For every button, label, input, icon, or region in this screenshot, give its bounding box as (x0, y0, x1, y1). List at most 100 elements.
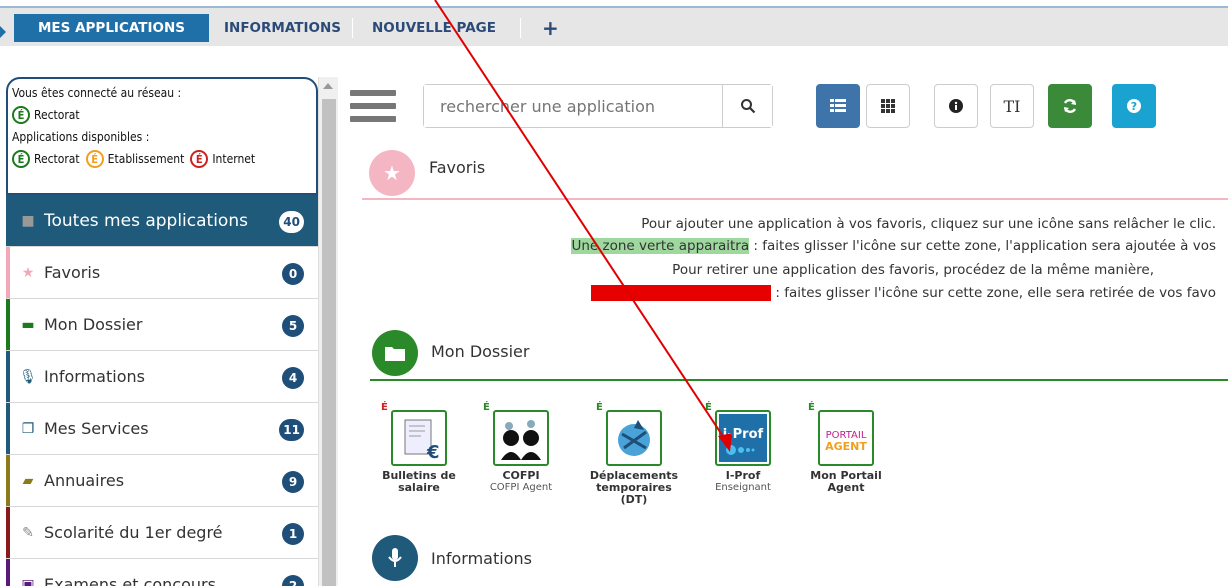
sidebar-item-toutes[interactable]: ■ Toutes mes applications 40 (6, 195, 318, 247)
app-tile[interactable]: É PORTAIL AGENT (808, 402, 874, 466)
tab-mes-applications[interactable]: MES APPLICATIONS (14, 14, 209, 42)
svg-text:i-Prof: i-Prof (723, 427, 764, 442)
tab-informations[interactable]: INFORMATIONS (210, 14, 355, 42)
count-badge: 1 (282, 523, 304, 545)
sidebar-item-scolarite[interactable]: ✎ Scolarité du 1er degré 1 (6, 507, 318, 559)
tab-nouvelle-page[interactable]: NOUVELLE PAGE (358, 14, 510, 42)
payslip-icon: € (404, 419, 440, 463)
svg-text:?: ? (1131, 100, 1137, 113)
category-color-bar (6, 403, 10, 454)
network-badge-icon: É (808, 402, 815, 413)
count-badge: 5 (282, 315, 304, 337)
scrollbar-thumb[interactable] (322, 99, 336, 586)
count-badge: 4 (282, 367, 304, 389)
search-button[interactable] (722, 85, 772, 127)
info-icon (949, 99, 963, 113)
app-cofpi[interactable]: É COFPI COFPI Agent (476, 402, 566, 494)
category-color-bar (6, 299, 10, 350)
app-name: Mon Portail Agent (810, 469, 882, 494)
info-button[interactable] (934, 84, 978, 128)
count-badge: 2 (282, 575, 304, 586)
list-view-button[interactable] (816, 84, 860, 128)
sidebar-item-informations[interactable]: 🎙 Informations 4 (6, 351, 318, 403)
category-color-bar (6, 559, 10, 586)
category-color-bar (6, 247, 10, 298)
search-icon (740, 99, 755, 114)
green-zone-highlight: Une zone verte apparaitra (571, 238, 750, 254)
refresh-button[interactable] (1048, 84, 1092, 128)
text-size-button[interactable]: TI (990, 84, 1034, 128)
connected-label: Vous êtes connecté au réseau : (12, 86, 182, 100)
square-icon: ■ (21, 212, 35, 229)
network-info-panel: Vous êtes connecté au réseau : É Rectora… (6, 77, 318, 195)
favoris-rule (362, 198, 1228, 200)
sidebar-item-label: Examens et concours (44, 575, 216, 586)
network-badge-icon: É (381, 402, 388, 413)
favoris-section-title: Favoris (429, 158, 486, 177)
category-color-bar (6, 351, 10, 402)
count-badge: 11 (279, 419, 304, 441)
sidebar-item-label: Informations (44, 367, 145, 386)
grid-view-button[interactable] (866, 84, 910, 128)
favoris-help-line-2: Une zone verte apparaitra : faites gliss… (571, 238, 1216, 254)
add-tab-button[interactable]: + (528, 14, 573, 42)
sidebar-item-mes-services[interactable]: ❐ Mes Services 11 (6, 403, 318, 455)
tab-bar: MES APPLICATIONS INFORMATIONS NOUVELLE P… (0, 6, 1228, 46)
menu-icon[interactable] (350, 90, 396, 130)
network-badge-icon: É (85, 150, 104, 168)
search-input[interactable] (424, 85, 722, 127)
app-deplacements-temporaires[interactable]: É Déplacements temporaires (DT) (589, 402, 679, 506)
available-label: Applications disponibles : (12, 130, 150, 144)
app-i-prof[interactable]: É i-Prof I-Prof Enseignant (698, 402, 788, 494)
app-bulletins-de-salaire[interactable]: É € Bulletins de salaire (374, 402, 464, 494)
page: MES APPLICATIONS INFORMATIONS NOUVELLE P… (0, 0, 1228, 586)
sidebar-item-label: Mon Dossier (44, 315, 143, 334)
scroll-up-icon[interactable] (323, 83, 333, 89)
refresh-icon (1063, 99, 1077, 113)
star-icon: ★ (369, 150, 415, 196)
network-badge-icon: É (596, 402, 603, 413)
count-badge: 9 (282, 471, 304, 493)
informations-section-title: Informations (431, 549, 532, 568)
iprof-icon: i-Prof (719, 414, 767, 462)
edit-icon: ✎ (22, 524, 34, 541)
search-box (423, 84, 773, 128)
sidebar-item-mon-dossier[interactable]: ▬ Mon Dossier 5 (6, 299, 318, 351)
network-badge-icon: É (12, 150, 30, 168)
star-icon: ★ (21, 264, 35, 281)
list-icon (830, 99, 846, 112)
svg-text:€: € (426, 442, 440, 463)
app-subtitle: Enseignant (715, 482, 771, 493)
sidebar: ■ Toutes mes applications 40 ★ Favoris 0… (6, 195, 318, 586)
network-badge-icon: É (12, 106, 30, 124)
sidebar-scrollbar[interactable] (318, 77, 338, 586)
sidebar-item-examens[interactable]: ▣ Examens et concours 2 (6, 559, 318, 586)
portail-agent-icon: PORTAILAGENT (825, 430, 867, 453)
sidebar-item-label: Favoris (44, 263, 101, 282)
people-icon (501, 420, 541, 460)
tab-scroll-left-icon[interactable] (0, 26, 6, 38)
available-network-internet: Internet (212, 152, 256, 166)
connected-network: É Rectorat (12, 104, 316, 126)
mon-dossier-rule (370, 379, 1228, 381)
app-name: COFPI (502, 469, 540, 482)
help-button[interactable]: ? (1112, 84, 1156, 128)
microphone-icon: 🎙 (19, 368, 37, 385)
category-color-bar (6, 507, 10, 558)
app-tile[interactable]: É € (381, 402, 447, 466)
help-icon: ? (1127, 99, 1141, 113)
folder-icon (372, 330, 418, 376)
favoris-help-line-4: une zone rouge apparaitra : faites gliss… (591, 285, 1216, 301)
app-tile[interactable]: É i-Prof (705, 402, 771, 466)
svg-text:AGENT: AGENT (825, 440, 867, 453)
count-badge: 0 (282, 263, 304, 285)
app-tile[interactable]: É (483, 402, 549, 466)
sidebar-item-favoris[interactable]: ★ Favoris 0 (6, 247, 318, 299)
app-mon-portail-agent[interactable]: É PORTAIL AGENT Mon Portail Agent (801, 402, 891, 494)
favoris-help-line-3: Pour retirer une application des favoris… (672, 262, 1154, 278)
app-tile[interactable]: É (596, 402, 662, 466)
briefcase-icon: ▣ (21, 576, 35, 586)
sidebar-item-annuaires[interactable]: ▰ Annuaires 9 (6, 455, 318, 507)
tab-divider (520, 18, 521, 38)
favoris-help-line-4-text: : faites glisser l'icône sur cette zone,… (771, 285, 1216, 301)
